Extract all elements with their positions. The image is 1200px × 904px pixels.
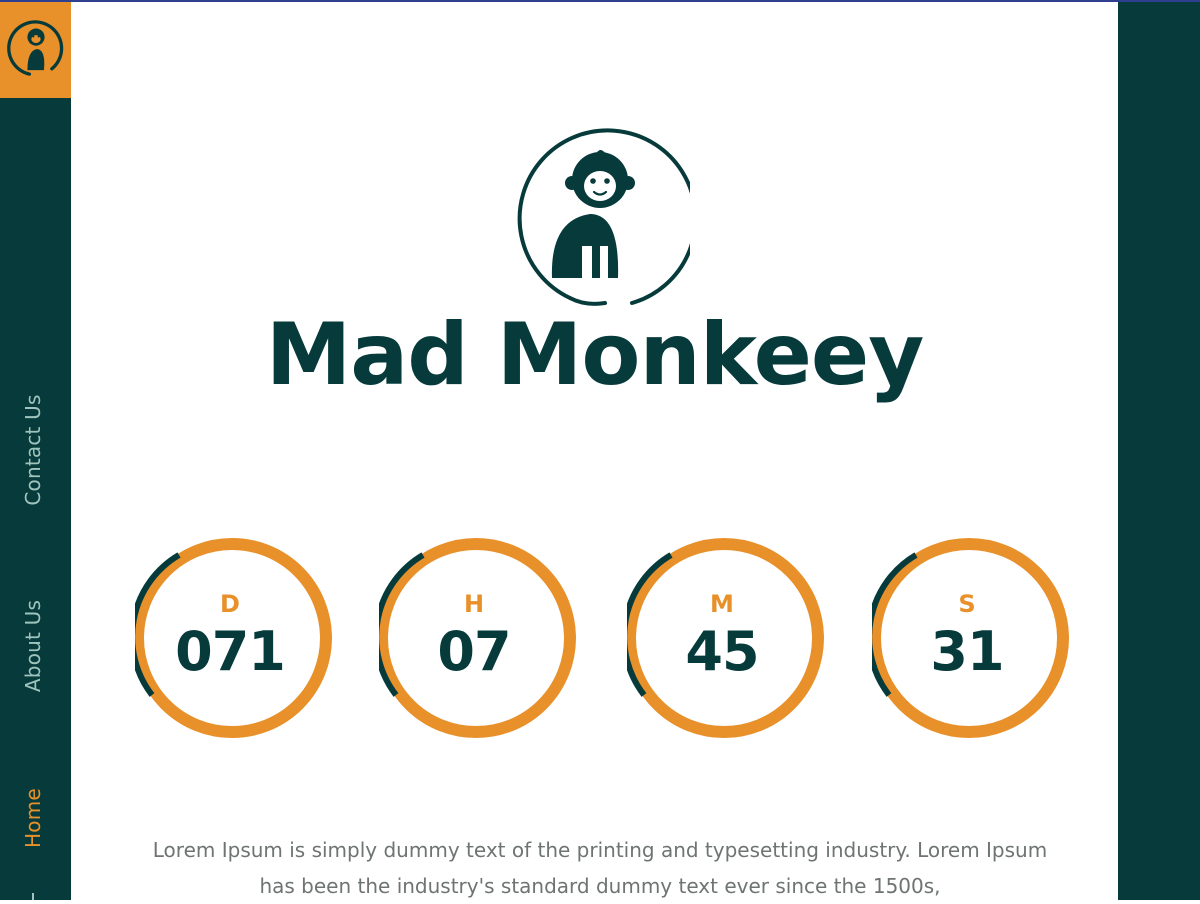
countdown-unit-label: S [958, 590, 976, 618]
countdown-hours: H 07 [379, 535, 579, 743]
nav-item-about-us[interactable]: About Us [21, 600, 45, 692]
sidebar: Contact Us About Us Home [0, 0, 71, 900]
description-text: Lorem Ipsum is simply dummy text of the … [140, 832, 1060, 904]
nav-item-contact-us[interactable]: Contact Us [21, 394, 45, 505]
countdown-unit-label: D [220, 590, 240, 618]
top-border [0, 0, 1200, 2]
brand-title: Mad Monkeey [265, 305, 925, 405]
countdown-seconds: S 31 [872, 535, 1072, 743]
countdown-value: 07 [437, 620, 511, 683]
countdown-unit-label: H [463, 590, 485, 618]
description-line: Lorem Ipsum is simply dummy text of the … [152, 838, 1048, 862]
monkey-logo-icon [517, 128, 690, 306]
sidebar-logo[interactable] [0, 0, 71, 98]
countdown-unit-label: M [710, 590, 734, 618]
countdown-minutes: M 45 [627, 535, 827, 743]
description-line: has been the industry's standard dummy t… [259, 874, 941, 898]
countdown-value: 071 [175, 620, 286, 683]
countdown-days: D 071 [135, 535, 335, 743]
monkey-logo-icon [6, 20, 63, 76]
countdown-value: 45 [685, 620, 759, 683]
nav-item-home[interactable]: Home [21, 788, 45, 848]
right-panel [1118, 0, 1200, 900]
countdown-value: 31 [930, 620, 1004, 683]
nav-divider [32, 893, 34, 900]
